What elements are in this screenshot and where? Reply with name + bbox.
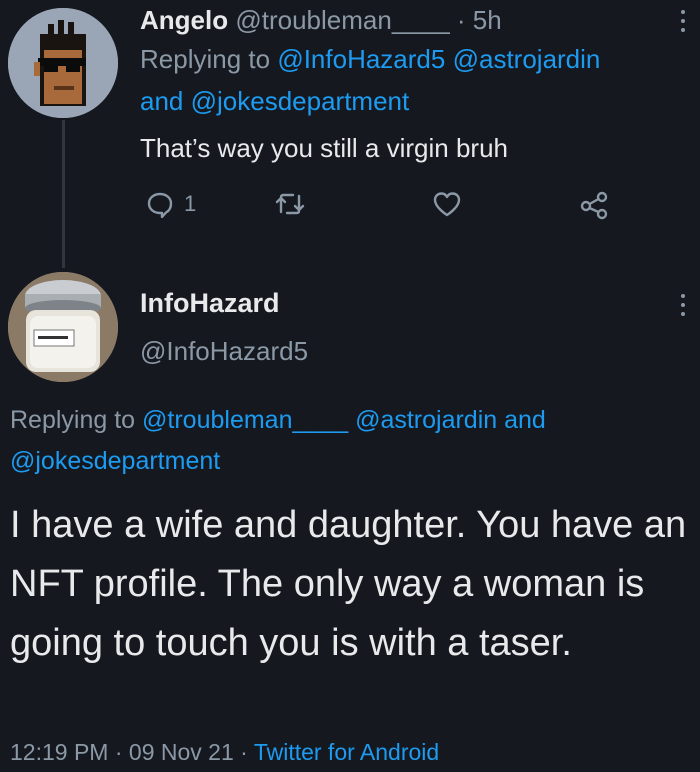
more-options-icon[interactable] (680, 294, 686, 316)
separator-dot: · (456, 5, 466, 35)
reply-button[interactable]: 1 (146, 190, 196, 218)
tweet-actions: 1 (142, 190, 620, 226)
tweet-header: InfoHazard @InfoHazard5 (140, 284, 308, 370)
tweet-text: That’s way you still a virgin bruh (140, 133, 509, 163)
mention-link[interactable]: @troubleman____ (142, 406, 348, 434)
display-name[interactable]: InfoHazard (140, 284, 308, 322)
mention-link[interactable]: @jokesdepartment (191, 86, 410, 116)
separator-dot: · (240, 739, 248, 765)
mention-link[interactable]: @astrojardin (355, 406, 497, 434)
more-options-icon[interactable] (680, 10, 686, 32)
reply-count: 1 (184, 191, 197, 216)
replying-and: and (504, 406, 546, 434)
thread-connector-line (62, 120, 65, 268)
tweet-header: Angelo @troubleman____ · 5h (140, 2, 688, 38)
separator-dot: · (114, 739, 123, 765)
tweet-angelo: Angelo @troubleman____ · 5h Replying to … (140, 0, 688, 166)
replying-and: and (140, 86, 184, 116)
tweet-text: I have a wife and daughter. You have an … (10, 504, 687, 664)
user-handle[interactable]: @InfoHazard5 (140, 332, 308, 370)
tweet-date[interactable]: 09 Nov 21 (129, 739, 234, 765)
replying-prefix: Replying to (10, 406, 136, 434)
retweet-icon (275, 193, 305, 215)
replying-to-line: Replying to @troubleman____ @astrojardin… (10, 400, 690, 482)
replying-prefix: Replying to (140, 44, 271, 74)
like-button[interactable] (432, 190, 462, 218)
avatar-angelo[interactable] (8, 8, 118, 118)
comment-icon (147, 192, 173, 218)
retweet-button[interactable] (274, 190, 306, 218)
display-name[interactable]: Angelo (140, 5, 228, 35)
tweet-source[interactable]: Twitter for Android (254, 739, 439, 765)
heart-icon (433, 192, 461, 217)
tweet-meta: 12:19 PM · 09 Nov 21 · Twitter for Andro… (10, 734, 439, 770)
share-button[interactable] (578, 190, 610, 220)
replying-to-line: Replying to @InfoHazard5 @astrojardin an… (140, 38, 688, 122)
tweet-time[interactable]: 12:19 PM (10, 739, 108, 765)
pixel-avatar-image (8, 8, 118, 118)
mention-link[interactable]: @InfoHazard5 (277, 44, 445, 74)
salt-shaker-avatar-image (8, 272, 118, 382)
mention-link[interactable]: @astrojardin (453, 44, 601, 74)
user-handle[interactable]: @troubleman____ (235, 5, 449, 35)
share-icon (580, 191, 608, 220)
avatar-infohazard[interactable] (8, 272, 118, 382)
mention-link[interactable]: @jokesdepartment (10, 447, 220, 475)
tweet-time[interactable]: 5h (473, 5, 502, 35)
